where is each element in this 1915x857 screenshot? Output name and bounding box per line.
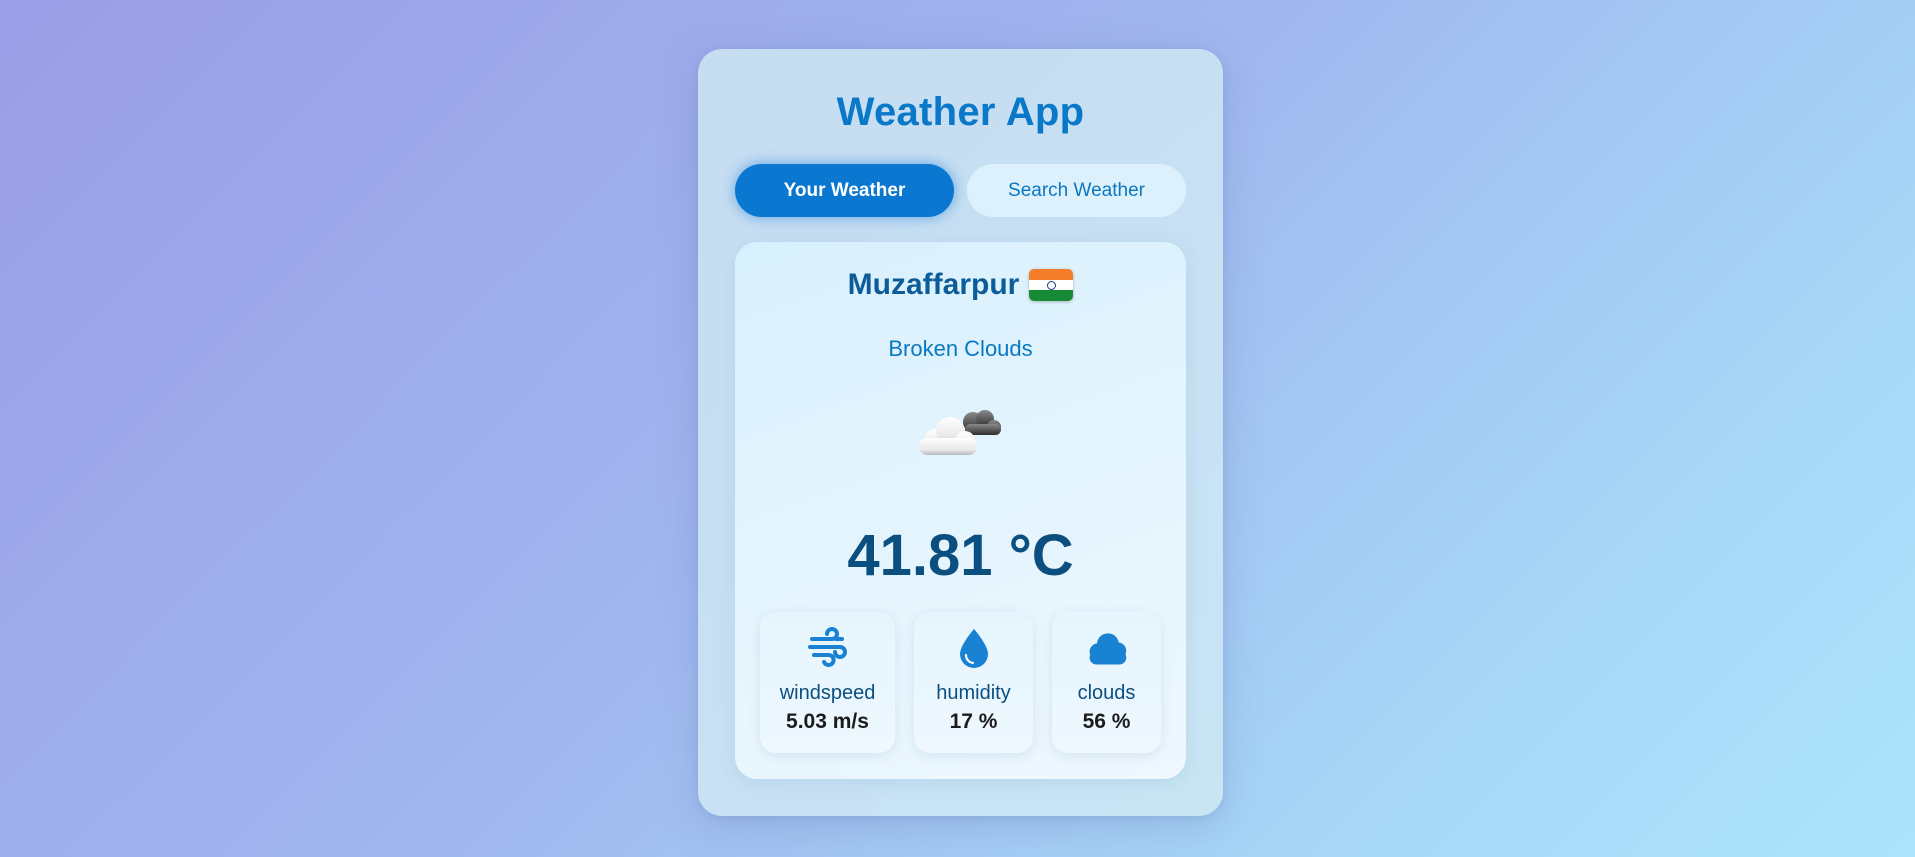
broken-clouds-icon <box>919 410 1001 455</box>
clouds-value: 56 % <box>1082 710 1131 733</box>
tab-bar: Your Weather Search Weather <box>735 164 1186 217</box>
windspeed-label: windspeed <box>779 682 876 704</box>
windspeed-value: 5.03 m/s <box>786 710 869 733</box>
clouds-card: clouds 56 % <box>1052 612 1161 753</box>
humidity-card: humidity 17 % <box>914 612 1033 753</box>
city-name: Muzaffarpur <box>847 268 1020 301</box>
weather-app-card: Weather App Your Weather Search Weather … <box>698 49 1223 816</box>
cloud-icon <box>1089 633 1126 665</box>
tab-your-weather[interactable]: Your Weather <box>735 164 954 217</box>
windspeed-card: windspeed 5.03 m/s <box>760 612 895 753</box>
tab-search-weather[interactable]: Search Weather <box>967 164 1186 217</box>
city-row: Muzaffarpur <box>735 268 1186 302</box>
india-flag-icon <box>1029 269 1074 301</box>
wind-icon <box>807 627 847 667</box>
app-title: Weather App <box>836 90 1085 134</box>
clouds-label: clouds <box>1077 682 1136 704</box>
weather-info-panel: Muzaffarpur Broken Clouds 41.81 °C winds… <box>735 242 1186 779</box>
water-drop-icon <box>959 629 988 668</box>
humidity-label: humidity <box>936 682 1011 704</box>
weather-description: Broken Clouds <box>888 336 1033 361</box>
humidity-value: 17 % <box>949 710 998 733</box>
temperature-value: 41.81 °C <box>847 523 1074 588</box>
